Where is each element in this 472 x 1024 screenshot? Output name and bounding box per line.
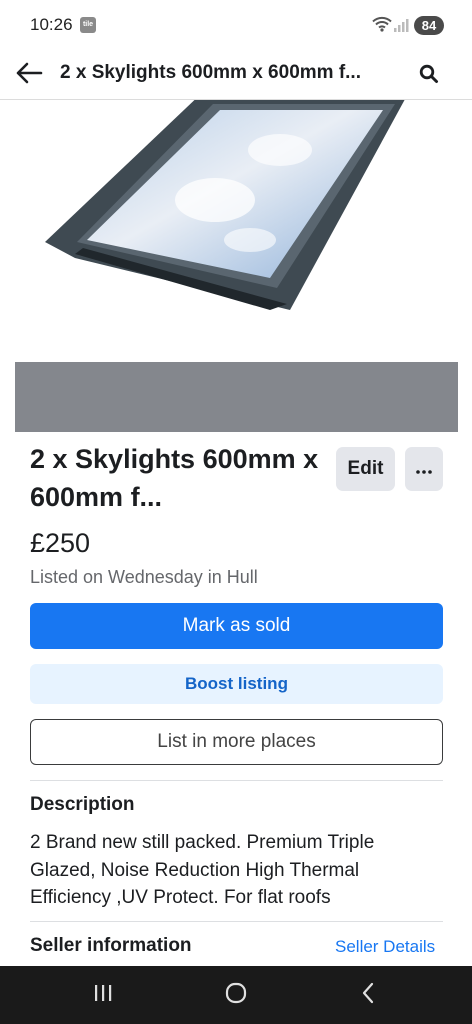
app-header: 2 x Skylights 600mm x 600mm f...: [0, 50, 472, 100]
listing-photo[interactable]: [15, 100, 458, 362]
edit-button[interactable]: Edit: [336, 447, 395, 491]
signal-icon: [394, 18, 410, 37]
battery-indicator: 84: [414, 16, 444, 35]
back-arrow-icon: [15, 62, 43, 89]
back-button[interactable]: [12, 58, 46, 92]
search-icon: [419, 64, 439, 89]
boost-listing-button[interactable]: Boost listing: [30, 664, 443, 704]
listing-title: 2 x Skylights 600mm x 600mm f...: [30, 444, 319, 512]
recents-button[interactable]: [73, 966, 133, 1024]
status-time: 10:26: [30, 15, 73, 34]
system-nav-bar: [0, 966, 472, 1024]
back-chevron-icon: [359, 982, 377, 1009]
recents-icon: [92, 983, 114, 1008]
listed-info: Listed on Wednesday in Hull: [30, 567, 258, 587]
description-heading: Description: [30, 794, 135, 815]
description-body: 2 Brand new still packed. Premium Triple…: [30, 832, 375, 908]
home-icon: [224, 981, 248, 1010]
more-horizontal-icon: [416, 462, 432, 477]
status-bar: 10:26 tile 84: [0, 0, 472, 50]
skylight-image: [45, 100, 405, 310]
more-options-button[interactable]: [405, 447, 443, 491]
system-back-button[interactable]: [338, 966, 398, 1024]
wifi-icon: [372, 16, 392, 37]
tile-app-icon: tile: [80, 17, 96, 33]
seller-info-heading: Seller information: [30, 935, 192, 956]
list-in-more-places-button[interactable]: List in more places: [30, 719, 443, 765]
listing-price: £250: [30, 528, 91, 558]
mark-as-sold-button[interactable]: Mark as sold: [30, 603, 443, 649]
search-button[interactable]: [413, 60, 445, 92]
seller-details-link[interactable]: Seller Details: [335, 937, 435, 957]
divider: [30, 780, 443, 781]
home-button[interactable]: [206, 966, 266, 1024]
divider: [30, 921, 443, 922]
photo-gallery-strip[interactable]: [15, 362, 458, 432]
header-title: 2 x Skylights 600mm x 600mm f...: [60, 62, 361, 83]
